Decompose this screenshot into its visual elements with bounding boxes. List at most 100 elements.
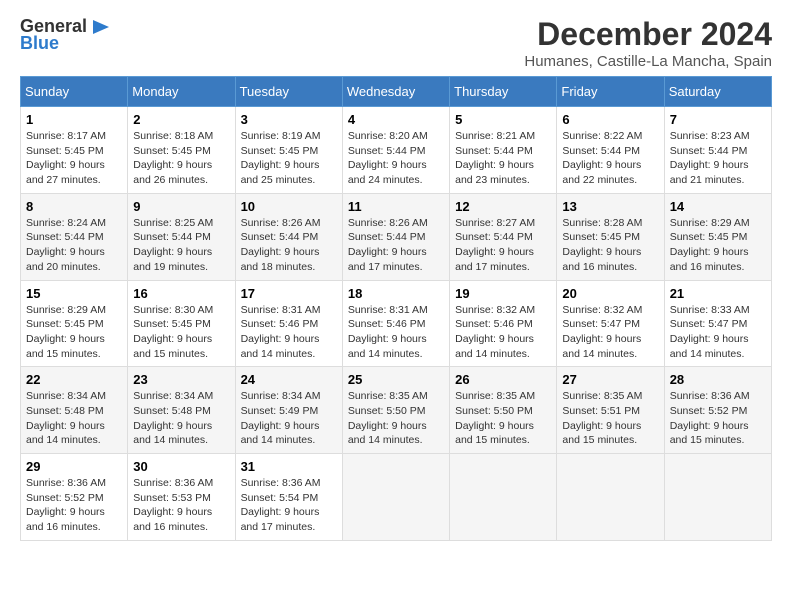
day-detail: Sunrise: 8:26 AMSunset: 5:44 PMDaylight:… (348, 216, 444, 275)
day-number: 20 (562, 286, 658, 301)
title-area: December 2024 Humanes, Castille-La Manch… (524, 16, 772, 70)
day-detail: Sunrise: 8:25 AMSunset: 5:44 PMDaylight:… (133, 216, 229, 275)
calendar-cell: 26 Sunrise: 8:35 AMSunset: 5:50 PMDayligh… (450, 367, 557, 454)
day-detail: Sunrise: 8:35 AMSunset: 5:50 PMDaylight:… (348, 389, 444, 448)
day-number: 17 (241, 286, 337, 301)
day-number: 2 (133, 112, 229, 127)
calendar-cell: 21 Sunrise: 8:33 AMSunset: 5:47 PMDayligh… (664, 280, 771, 367)
day-number: 11 (348, 199, 444, 214)
header-thursday: Thursday (450, 77, 557, 107)
day-detail: Sunrise: 8:34 AMSunset: 5:48 PMDaylight:… (133, 389, 229, 448)
calendar-week-2: 8Sunrise: 8:24 AMSunset: 5:44 PMDaylight… (21, 193, 772, 280)
calendar-title: December 2024 (524, 16, 772, 53)
calendar-table: SundayMondayTuesdayWednesdayThursdayFrid… (20, 76, 772, 541)
calendar-cell: 6 Sunrise: 8:22 AMSunset: 5:44 PMDaylight… (557, 107, 664, 194)
calendar-cell: 13Sunrise: 8:28 AMSunset: 5:45 PMDayligh… (557, 193, 664, 280)
calendar-cell: 25Sunrise: 8:35 AMSunset: 5:50 PMDayligh… (342, 367, 449, 454)
day-number: 23 (133, 372, 229, 387)
day-detail: Sunrise: 8:22 AMSunset: 5:44 PMDaylight:… (562, 129, 658, 188)
page-header: General Blue December 2024 Humanes, Cast… (20, 16, 772, 70)
calendar-cell: 24 Sunrise: 8:34 AMSunset: 5:49 PMDayligh… (235, 367, 342, 454)
logo: General Blue (20, 16, 111, 54)
day-detail: Sunrise: 8:36 AMSunset: 5:52 PMDaylight:… (26, 476, 122, 535)
calendar-week-5: 29 Sunrise: 8:36 AMSunset: 5:52 PMDayligh… (21, 454, 772, 541)
day-number: 30 (133, 459, 229, 474)
calendar-cell: 7Sunrise: 8:23 AMSunset: 5:44 PMDaylight… (664, 107, 771, 194)
day-detail: Sunrise: 8:24 AMSunset: 5:44 PMDaylight:… (26, 216, 122, 275)
day-detail: Sunrise: 8:29 AMSunset: 5:45 PMDaylight:… (670, 216, 766, 275)
calendar-cell: 23 Sunrise: 8:34 AMSunset: 5:48 PMDayligh… (128, 367, 235, 454)
calendar-cell: 4Sunrise: 8:20 AMSunset: 5:44 PMDaylight… (342, 107, 449, 194)
day-number: 24 (241, 372, 337, 387)
day-detail: Sunrise: 8:31 AMSunset: 5:46 PMDaylight:… (348, 303, 444, 362)
day-detail: Sunrise: 8:23 AMSunset: 5:44 PMDaylight:… (670, 129, 766, 188)
day-number: 28 (670, 372, 766, 387)
calendar-header-row: SundayMondayTuesdayWednesdayThursdayFrid… (21, 77, 772, 107)
day-detail: Sunrise: 8:32 AMSunset: 5:46 PMDaylight:… (455, 303, 551, 362)
calendar-cell: 10 Sunrise: 8:26 AMSunset: 5:44 PMDayligh… (235, 193, 342, 280)
day-number: 9 (133, 199, 229, 214)
day-number: 19 (455, 286, 551, 301)
day-detail: Sunrise: 8:34 AMSunset: 5:48 PMDaylight:… (26, 389, 122, 448)
header-tuesday: Tuesday (235, 77, 342, 107)
day-detail: Sunrise: 8:35 AMSunset: 5:50 PMDaylight:… (455, 389, 551, 448)
day-detail: Sunrise: 8:18 AMSunset: 5:45 PMDaylight:… (133, 129, 229, 188)
day-number: 31 (241, 459, 337, 474)
day-detail: Sunrise: 8:28 AMSunset: 5:45 PMDaylight:… (562, 216, 658, 275)
day-number: 26 (455, 372, 551, 387)
day-detail: Sunrise: 8:32 AMSunset: 5:47 PMDaylight:… (562, 303, 658, 362)
day-number: 18 (348, 286, 444, 301)
calendar-week-1: 1 Sunrise: 8:17 AMSunset: 5:45 PMDaylight… (21, 107, 772, 194)
calendar-cell: 29 Sunrise: 8:36 AMSunset: 5:52 PMDayligh… (21, 454, 128, 541)
header-saturday: Saturday (664, 77, 771, 107)
day-detail: Sunrise: 8:36 AMSunset: 5:53 PMDaylight:… (133, 476, 229, 535)
calendar-cell: 9 Sunrise: 8:25 AMSunset: 5:44 PMDaylight… (128, 193, 235, 280)
calendar-cell: 17 Sunrise: 8:31 AMSunset: 5:46 PMDayligh… (235, 280, 342, 367)
calendar-cell: 16Sunrise: 8:30 AMSunset: 5:45 PMDayligh… (128, 280, 235, 367)
day-number: 6 (562, 112, 658, 127)
header-friday: Friday (557, 77, 664, 107)
calendar-cell: 28 Sunrise: 8:36 AMSunset: 5:52 PMDayligh… (664, 367, 771, 454)
day-number: 27 (562, 372, 658, 387)
day-detail: Sunrise: 8:36 AMSunset: 5:52 PMDaylight:… (670, 389, 766, 448)
day-number: 14 (670, 199, 766, 214)
day-number: 21 (670, 286, 766, 301)
day-detail: Sunrise: 8:17 AMSunset: 5:45 PMDaylight:… (26, 129, 122, 188)
day-detail: Sunrise: 8:34 AMSunset: 5:49 PMDaylight:… (241, 389, 337, 448)
day-detail: Sunrise: 8:21 AMSunset: 5:44 PMDaylight:… (455, 129, 551, 188)
day-number: 22 (26, 372, 122, 387)
day-number: 15 (26, 286, 122, 301)
day-number: 5 (455, 112, 551, 127)
day-detail: Sunrise: 8:33 AMSunset: 5:47 PMDaylight:… (670, 303, 766, 362)
calendar-cell: 14 Sunrise: 8:29 AMSunset: 5:45 PMDayligh… (664, 193, 771, 280)
calendar-cell: 27Sunrise: 8:35 AMSunset: 5:51 PMDayligh… (557, 367, 664, 454)
calendar-subtitle: Humanes, Castille-La Mancha, Spain (524, 53, 772, 70)
day-number: 10 (241, 199, 337, 214)
calendar-cell: 8Sunrise: 8:24 AMSunset: 5:44 PMDaylight… (21, 193, 128, 280)
day-number: 29 (26, 459, 122, 474)
calendar-cell: 11 Sunrise: 8:26 AMSunset: 5:44 PMDayligh… (342, 193, 449, 280)
day-detail: Sunrise: 8:31 AMSunset: 5:46 PMDaylight:… (241, 303, 337, 362)
calendar-cell: 20 Sunrise: 8:32 AMSunset: 5:47 PMDayligh… (557, 280, 664, 367)
calendar-cell: 12 Sunrise: 8:27 AMSunset: 5:44 PMDayligh… (450, 193, 557, 280)
calendar-cell: 5 Sunrise: 8:21 AMSunset: 5:44 PMDaylight… (450, 107, 557, 194)
day-number: 16 (133, 286, 229, 301)
day-detail: Sunrise: 8:27 AMSunset: 5:44 PMDaylight:… (455, 216, 551, 275)
day-detail: Sunrise: 8:26 AMSunset: 5:44 PMDaylight:… (241, 216, 337, 275)
day-detail: Sunrise: 8:19 AMSunset: 5:45 PMDaylight:… (241, 129, 337, 188)
calendar-cell: 31Sunrise: 8:36 AMSunset: 5:54 PMDayligh… (235, 454, 342, 541)
calendar-week-4: 22 Sunrise: 8:34 AMSunset: 5:48 PMDayligh… (21, 367, 772, 454)
header-sunday: Sunday (21, 77, 128, 107)
day-number: 1 (26, 112, 122, 127)
calendar-cell: 3 Sunrise: 8:19 AMSunset: 5:45 PMDaylight… (235, 107, 342, 194)
calendar-cell: 19 Sunrise: 8:32 AMSunset: 5:46 PMDayligh… (450, 280, 557, 367)
day-number: 12 (455, 199, 551, 214)
day-detail: Sunrise: 8:29 AMSunset: 5:45 PMDaylight:… (26, 303, 122, 362)
calendar-cell (342, 454, 449, 541)
calendar-cell: 22 Sunrise: 8:34 AMSunset: 5:48 PMDayligh… (21, 367, 128, 454)
calendar-cell (450, 454, 557, 541)
calendar-cell (557, 454, 664, 541)
header-wednesday: Wednesday (342, 77, 449, 107)
calendar-cell: 2 Sunrise: 8:18 AMSunset: 5:45 PMDaylight… (128, 107, 235, 194)
day-number: 3 (241, 112, 337, 127)
